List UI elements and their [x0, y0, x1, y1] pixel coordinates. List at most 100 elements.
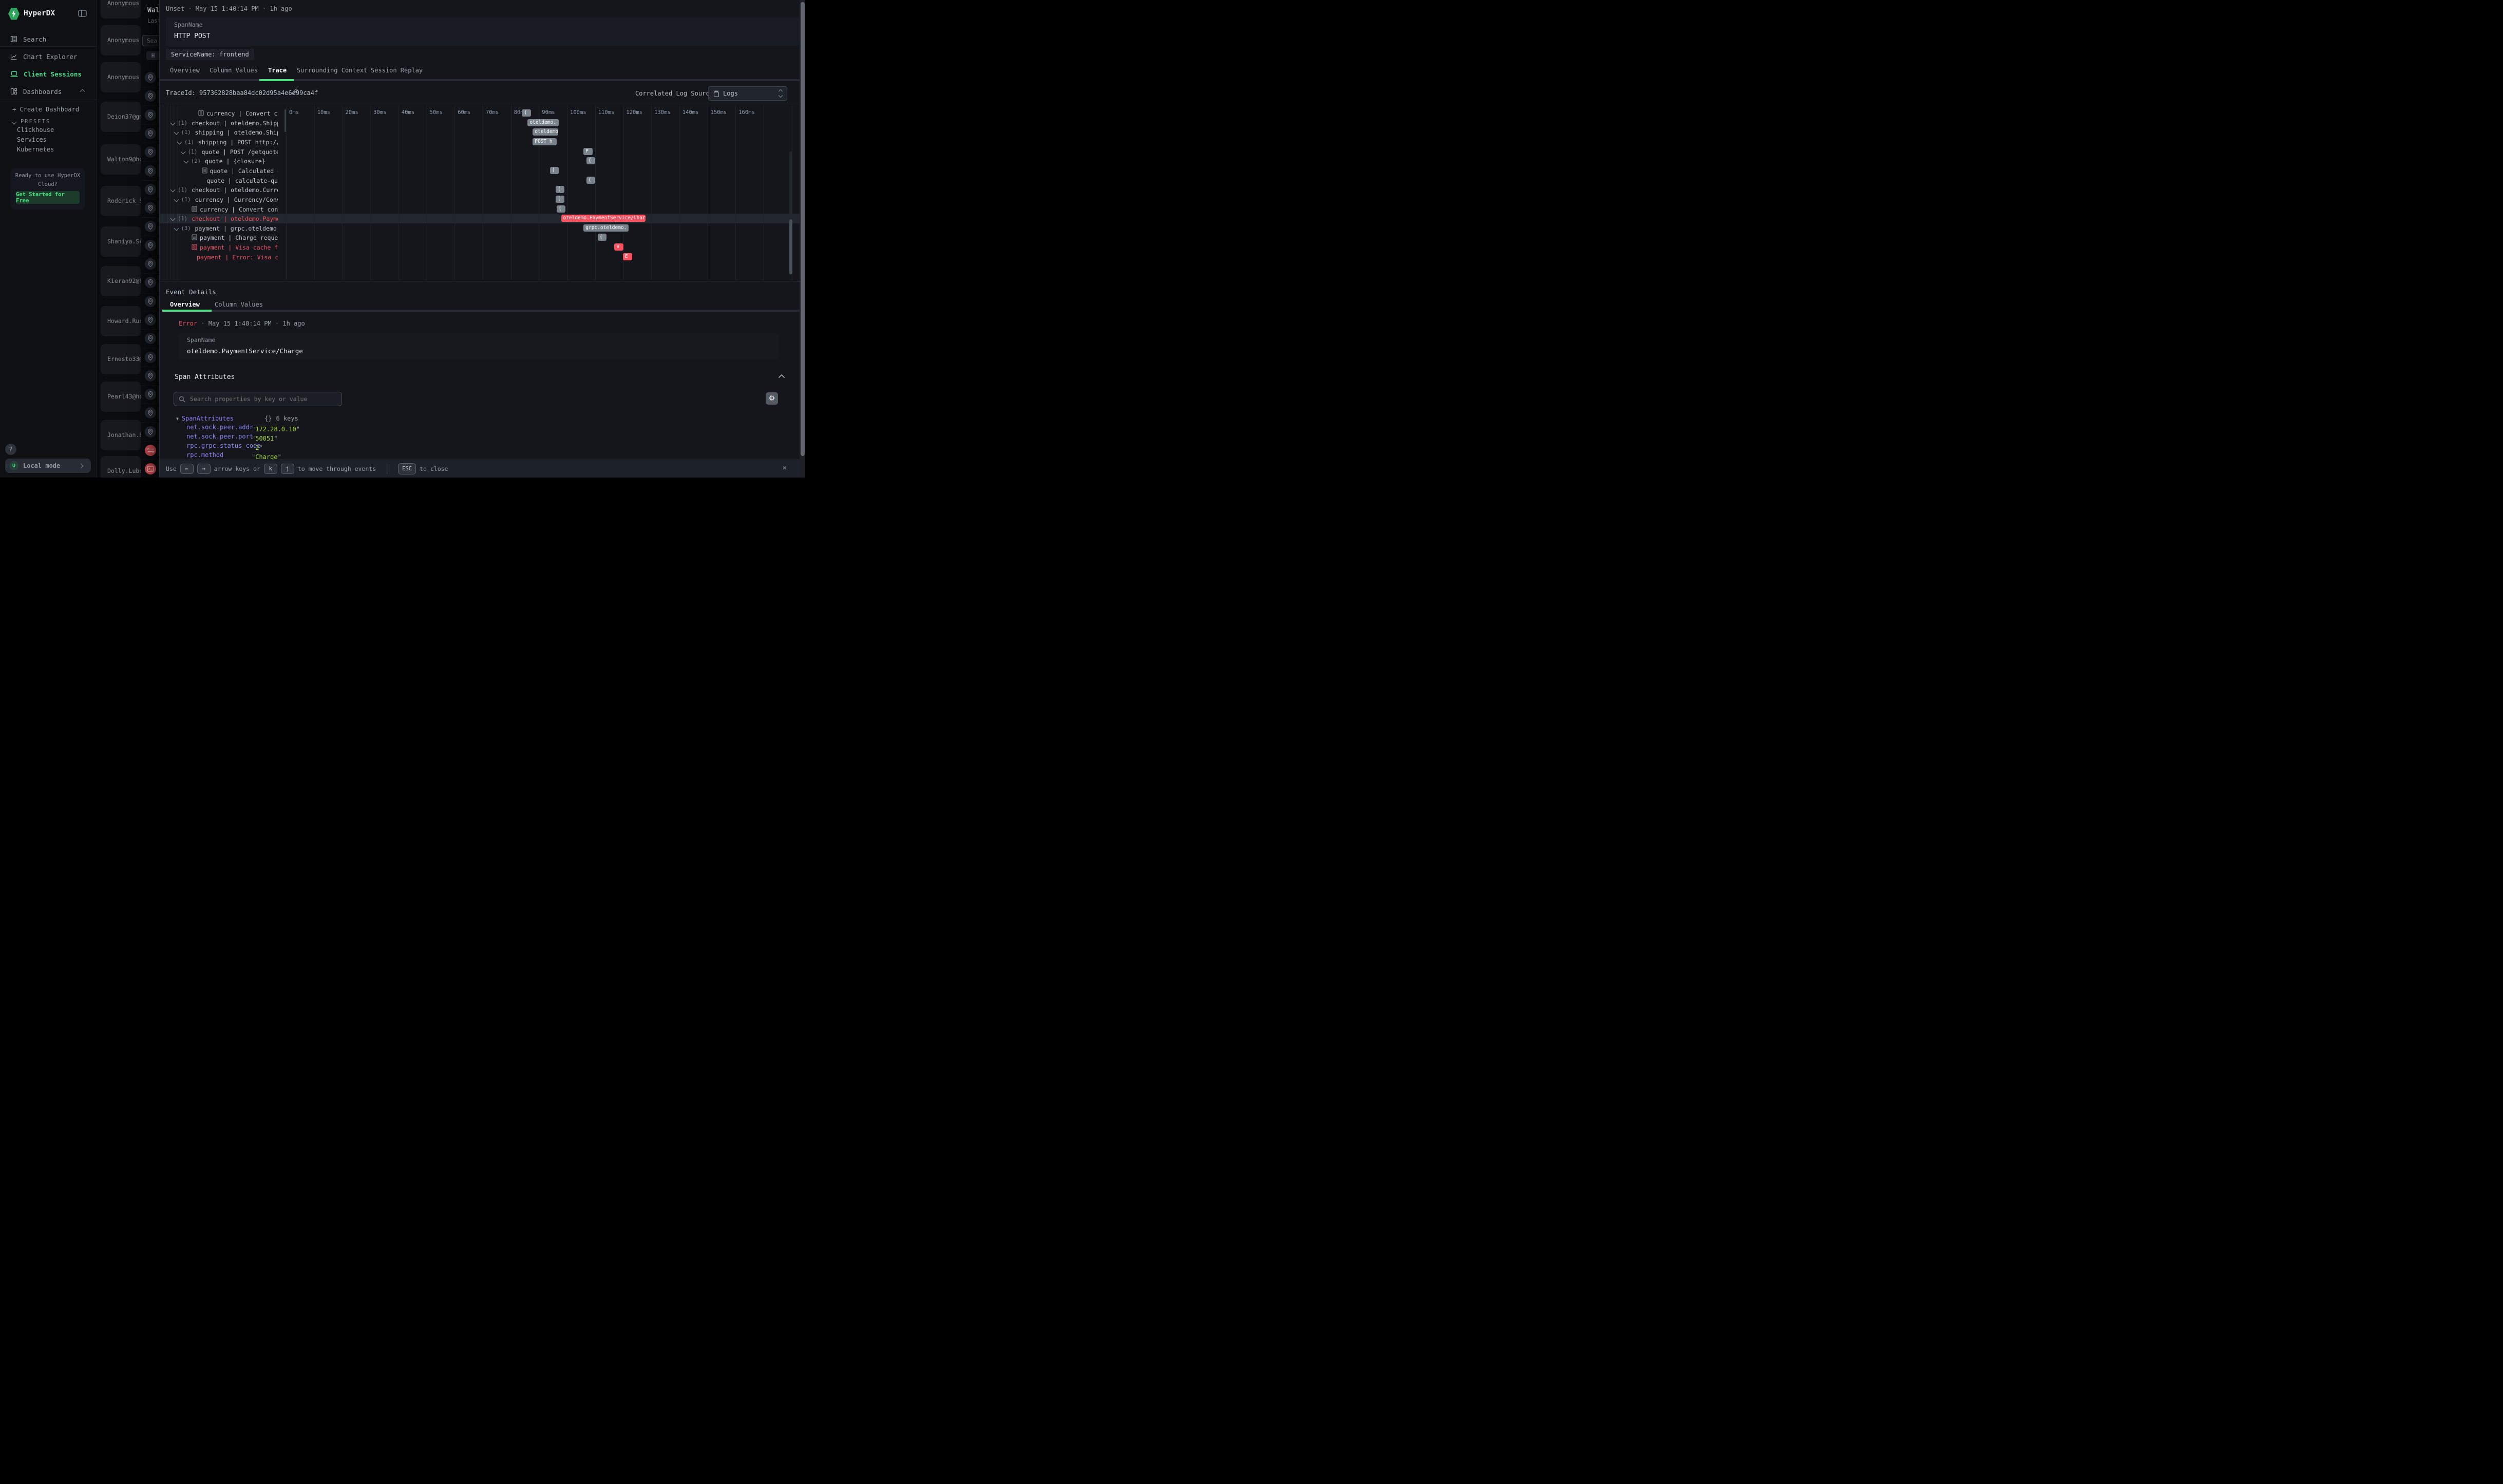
waterfall-scrollbar-thumb[interactable]: [789, 219, 792, 274]
session-card[interactable]: Anonymous: [101, 62, 141, 92]
session-card[interactable]: Kieran92@h: [101, 266, 141, 296]
user-menu[interactable]: U Local mode: [5, 459, 91, 473]
collapse-sidebar-icon[interactable]: [78, 10, 87, 17]
tree-scrollbar-thumb[interactable]: [285, 109, 287, 132]
session-card[interactable]: Howard.Run: [101, 306, 141, 336]
trace-span-row[interactable]: (1)checkout | oteldemo.CurrencySe…: [160, 185, 800, 195]
location-pin-icon[interactable]: [145, 240, 156, 251]
location-pin-icon[interactable]: [145, 370, 156, 382]
tab-trace[interactable]: Trace: [268, 67, 287, 74]
terminal-icon[interactable]: [145, 463, 156, 474]
session-card[interactable]: Anonymous: [101, 0, 141, 18]
span-duration-bar[interactable]: oteldemo.: [527, 119, 559, 126]
trace-span-row[interactable]: (3)payment | grpc.oteldemo.Paymen…: [160, 223, 800, 233]
preset-item-kubernetes[interactable]: Kubernetes: [17, 146, 54, 153]
attributes-search-input[interactable]: [189, 395, 342, 403]
span-duration-bar[interactable]: oteldemo: [533, 128, 558, 136]
location-pin-icon[interactable]: [145, 146, 156, 158]
help-button[interactable]: ?: [5, 444, 16, 455]
create-dashboard-button[interactable]: + Create Dashboard: [12, 106, 79, 113]
location-pin-icon[interactable]: [145, 333, 156, 344]
location-pin-icon[interactable]: [145, 184, 156, 195]
trace-span-row[interactable]: (1)shipping | POST http://quo…: [160, 137, 800, 147]
tab-surrounding-context[interactable]: Surrounding Context: [297, 67, 367, 74]
session-card[interactable]: Shaniya.Sc: [101, 226, 141, 257]
attribute-key[interactable]: net.sock.peer.port: [186, 433, 253, 440]
event-tab-overview[interactable]: Overview: [170, 301, 200, 308]
span-duration-bar[interactable]: grpc.oteldemo.: [583, 224, 629, 232]
location-pin-icon[interactable]: [145, 277, 156, 288]
attribute-key[interactable]: rpc.grpc.status_code: [186, 442, 261, 449]
sidebar-item-search[interactable]: Search: [10, 33, 87, 45]
trace-span-row[interactable]: quote | Calculated q…: [160, 166, 800, 176]
location-pin-icon[interactable]: [145, 407, 156, 418]
chevron-down-icon[interactable]: [184, 159, 189, 164]
service-name-chip[interactable]: ServiceName: frontend: [166, 49, 254, 60]
event-tab-column-values[interactable]: Column Values: [215, 301, 263, 308]
presets-toggle[interactable]: PRESETS: [12, 119, 50, 125]
session-card[interactable]: Pearl43@ho: [101, 382, 141, 412]
span-duration-bar[interactable]: E: [623, 253, 632, 260]
location-pin-icon[interactable]: [145, 221, 156, 232]
trace-span-row[interactable]: quote | calculate-quote: [160, 176, 800, 185]
location-pin-icon[interactable]: [145, 352, 156, 363]
app-title[interactable]: HyperDX: [24, 9, 55, 17]
span-duration-bar[interactable]: POST h: [533, 138, 557, 145]
chevron-down-icon[interactable]: [170, 216, 176, 221]
span-duration-bar[interactable]: {: [586, 157, 595, 164]
close-icon[interactable]: ✕: [783, 464, 787, 472]
log-source-select[interactable]: Logs: [708, 86, 787, 101]
span-duration-bar[interactable]: (: [550, 167, 559, 174]
trace-span-row[interactable]: (2)quote | {closure}: [160, 156, 800, 166]
span-duration-bar[interactable]: (: [522, 109, 531, 117]
sidebar-item-client-sessions[interactable]: Client Sessions: [10, 68, 87, 80]
get-started-button[interactable]: Get Started for Free: [16, 191, 80, 204]
sidebar-item-chart-explorer[interactable]: Chart Explorer: [10, 50, 87, 63]
span-duration-bar[interactable]: (: [586, 177, 595, 184]
location-pin-icon[interactable]: [145, 128, 156, 139]
tab-overview[interactable]: Overview: [170, 67, 200, 74]
chevron-down-icon[interactable]: [174, 225, 179, 231]
modal-scrollbar-thumb[interactable]: [801, 2, 805, 456]
attributes-settings-button[interactable]: ⚙: [766, 392, 778, 405]
trace-span-row[interactable]: payment | Visa cache full: c…: [160, 242, 800, 252]
span-duration-bar[interactable]: (: [557, 205, 565, 213]
chevron-down-icon[interactable]: [170, 120, 176, 125]
location-pin-icon[interactable]: [145, 109, 156, 121]
span-duration-bar[interactable]: P: [583, 148, 592, 155]
location-pin-icon[interactable]: [145, 202, 156, 214]
location-pin-icon[interactable]: [145, 389, 156, 400]
trace-span-row[interactable]: currency | Convert convers…: [160, 108, 800, 118]
location-pin-icon[interactable]: [145, 426, 156, 437]
trace-span-row[interactable]: payment | Error: Visa cache ful…: [160, 252, 800, 262]
span-duration-bar[interactable]: (: [556, 196, 564, 203]
sidebar-item-dashboards[interactable]: Dashboards: [10, 85, 87, 98]
trace-span-row[interactable]: (1)shipping | oteldemo.Shipping…: [160, 127, 800, 137]
trace-span-row[interactable]: (1)quote | POST /getquote: [160, 147, 800, 157]
tab-session-replay[interactable]: Session Replay: [371, 67, 423, 74]
session-card[interactable]: Walton9@ho: [101, 144, 141, 175]
trace-span-row[interactable]: payment | Charge request rec…: [160, 233, 800, 242]
span-duration-bar[interactable]: (: [598, 234, 607, 241]
session-card[interactable]: Roderick_S: [101, 186, 141, 216]
location-pin-icon[interactable]: [145, 165, 156, 177]
location-pin-icon[interactable]: [145, 296, 156, 307]
location-pin-icon[interactable]: [145, 314, 156, 326]
chevron-down-icon[interactable]: [177, 139, 182, 144]
trace-span-row[interactable]: (1)checkout | oteldemo.ShippingSe…: [160, 118, 800, 128]
location-pin-icon[interactable]: [145, 72, 156, 83]
chevron-down-icon[interactable]: [174, 197, 179, 202]
collapse-section-icon[interactable]: [778, 374, 785, 378]
session-card[interactable]: Dolly.Lubo: [101, 456, 141, 478]
chevron-down-icon[interactable]: [174, 130, 179, 135]
location-pin-icon[interactable]: [145, 258, 156, 270]
attribute-key[interactable]: net.sock.peer.addr: [186, 424, 253, 431]
session-card[interactable]: Deion37@gm: [101, 102, 141, 132]
session-filter-button[interactable]: H: [146, 51, 160, 60]
attribute-key[interactable]: rpc.method: [186, 451, 223, 459]
chevron-down-icon[interactable]: [180, 149, 185, 154]
edit-trace-id-icon[interactable]: [291, 88, 298, 96]
chevron-down-icon[interactable]: [170, 187, 176, 193]
session-card[interactable]: Ernesto33@: [101, 344, 141, 374]
tab-column-values[interactable]: Column Values: [210, 67, 258, 74]
